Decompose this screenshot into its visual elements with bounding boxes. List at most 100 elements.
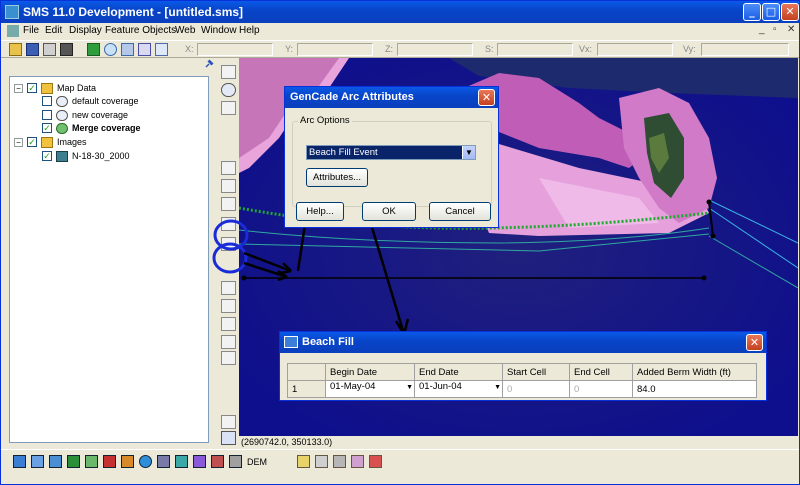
vector-icon[interactable] [333, 455, 346, 468]
chevron-down-icon[interactable]: ▼ [462, 146, 475, 159]
save-icon[interactable] [26, 43, 39, 56]
maximize-button[interactable]: □ [762, 3, 780, 21]
select-arc-icon[interactable] [221, 237, 236, 251]
y-field[interactable] [297, 43, 373, 56]
help-query-icon[interactable] [138, 43, 151, 56]
gis-module-icon[interactable] [121, 455, 134, 468]
column-header[interactable]: Added Berm Width (ft) [632, 363, 757, 381]
checkbox[interactable] [42, 110, 52, 120]
attributes-button[interactable]: Attributes... [306, 168, 368, 187]
select-vertex-icon[interactable] [221, 197, 236, 211]
help-button[interactable]: Help... [296, 202, 344, 221]
close-button[interactable]: ✕ [781, 3, 799, 21]
checkbox[interactable]: ✓ [27, 83, 37, 93]
create-point-icon[interactable] [221, 179, 236, 193]
row-index: 1 [287, 380, 326, 398]
menu-web[interactable]: Web [175, 25, 195, 36]
cartesian-grid-icon[interactable] [31, 455, 44, 468]
refresh-icon[interactable] [87, 43, 100, 56]
menu-file[interactable]: File [23, 25, 39, 36]
column-header[interactable]: Begin Date [325, 363, 415, 381]
beach-fill-dialog: Beach Fill ✕ Begin Date End Date Start C… [279, 331, 767, 401]
mdi-restore-icon[interactable]: ▫ [773, 24, 777, 35]
globe-icon[interactable] [139, 455, 152, 468]
open-folder-icon[interactable] [9, 43, 22, 56]
arc-type-dropdown[interactable]: Beach Fill Event ▼ [306, 145, 476, 160]
select-frame-icon[interactable] [221, 317, 236, 331]
probe-icon[interactable] [155, 43, 168, 56]
start-cell-cell: 0 [502, 380, 570, 398]
cell-value: 01-Jun-04 [419, 381, 462, 392]
map-module-icon[interactable] [103, 455, 116, 468]
dialog-close-button[interactable]: ✕ [478, 89, 495, 106]
help-tool-icon[interactable] [221, 415, 236, 429]
scatter-module-icon[interactable] [49, 455, 62, 468]
zoom-icon[interactable] [104, 43, 117, 56]
bar-chart-icon[interactable] [369, 455, 382, 468]
zoom-tool-icon[interactable] [221, 83, 236, 97]
mesh-module-icon[interactable] [13, 455, 26, 468]
vx-field[interactable] [597, 43, 673, 56]
image-tool-icon[interactable] [221, 351, 236, 365]
select-feature-icon[interactable] [221, 161, 236, 175]
collapse-icon[interactable]: − [14, 138, 23, 147]
doc-icon[interactable] [7, 25, 19, 37]
checkbox[interactable]: ✓ [42, 123, 52, 133]
image-display-icon[interactable] [351, 455, 364, 468]
column-header[interactable]: End Cell [569, 363, 633, 381]
checkbox[interactable] [42, 96, 52, 106]
contour-icon[interactable] [315, 455, 328, 468]
one-d-icon[interactable] [211, 455, 224, 468]
frame-icon[interactable] [121, 43, 134, 56]
select-tool-icon[interactable] [221, 65, 236, 79]
particle-icon[interactable] [175, 455, 188, 468]
grid-module-icon[interactable] [67, 455, 80, 468]
select-node-icon[interactable] [221, 335, 236, 349]
menu-display[interactable]: Display [69, 25, 102, 36]
mdi-minimize-icon[interactable]: _ [759, 24, 765, 35]
begin-date-cell[interactable]: 01-May-04 ▼ [325, 380, 415, 398]
dem-label[interactable]: DEM [247, 457, 267, 467]
select-polygon-icon[interactable] [221, 281, 236, 295]
dialog-title: Beach Fill [302, 336, 354, 348]
chevron-down-icon[interactable]: ▼ [494, 384, 501, 391]
dialog-title-bar[interactable]: Beach Fill ✕ [280, 332, 766, 353]
berm-width-cell[interactable]: 84.0 [632, 380, 757, 398]
minimize-button[interactable]: _ [743, 3, 761, 21]
checkbox[interactable]: ✓ [27, 137, 37, 147]
tiles-icon[interactable] [85, 455, 98, 468]
dialog-close-button[interactable]: ✕ [746, 334, 763, 351]
delete-icon[interactable] [60, 43, 73, 56]
checkbox[interactable]: ✓ [42, 151, 52, 161]
z-field[interactable] [397, 43, 473, 56]
end-date-cell[interactable]: 01-Jun-04 ▼ [414, 380, 503, 398]
pin-icon[interactable] [204, 59, 214, 69]
column-header[interactable]: Start Cell [502, 363, 570, 381]
x-field[interactable] [197, 43, 273, 56]
menu-window[interactable]: Window [201, 25, 237, 36]
column-header[interactable]: End Date [414, 363, 503, 381]
display-options-icon[interactable] [221, 431, 236, 445]
menu-feature-objects[interactable]: Feature Objects [105, 25, 176, 36]
menu-edit[interactable]: Edit [45, 25, 62, 36]
vy-field[interactable] [701, 43, 789, 56]
print-icon[interactable] [43, 43, 56, 56]
menu-help[interactable]: Help [239, 25, 260, 36]
dialog-title-bar[interactable]: GenCade Arc Attributes ✕ [285, 87, 498, 108]
raster-icon[interactable] [229, 455, 242, 468]
s-field[interactable] [497, 43, 573, 56]
s-label: S: [485, 44, 494, 54]
pan-tool-icon[interactable] [221, 101, 236, 115]
cancel-button[interactable]: Cancel [429, 202, 491, 221]
collapse-icon[interactable]: − [14, 84, 23, 93]
cell-value: 01-May-04 [330, 381, 376, 392]
light-bulb-icon[interactable] [297, 455, 310, 468]
chevron-down-icon[interactable]: ▼ [406, 384, 413, 391]
network-icon[interactable] [157, 455, 170, 468]
create-arc-icon[interactable] [221, 217, 236, 231]
select-arc-group-icon[interactable] [221, 299, 236, 313]
curve-icon[interactable] [193, 455, 206, 468]
mdi-close-icon[interactable]: ✕ [787, 24, 795, 35]
title-bar[interactable]: SMS 11.0 Development - [untitled.sms] _ … [1, 1, 799, 23]
ok-button[interactable]: OK [362, 202, 416, 221]
